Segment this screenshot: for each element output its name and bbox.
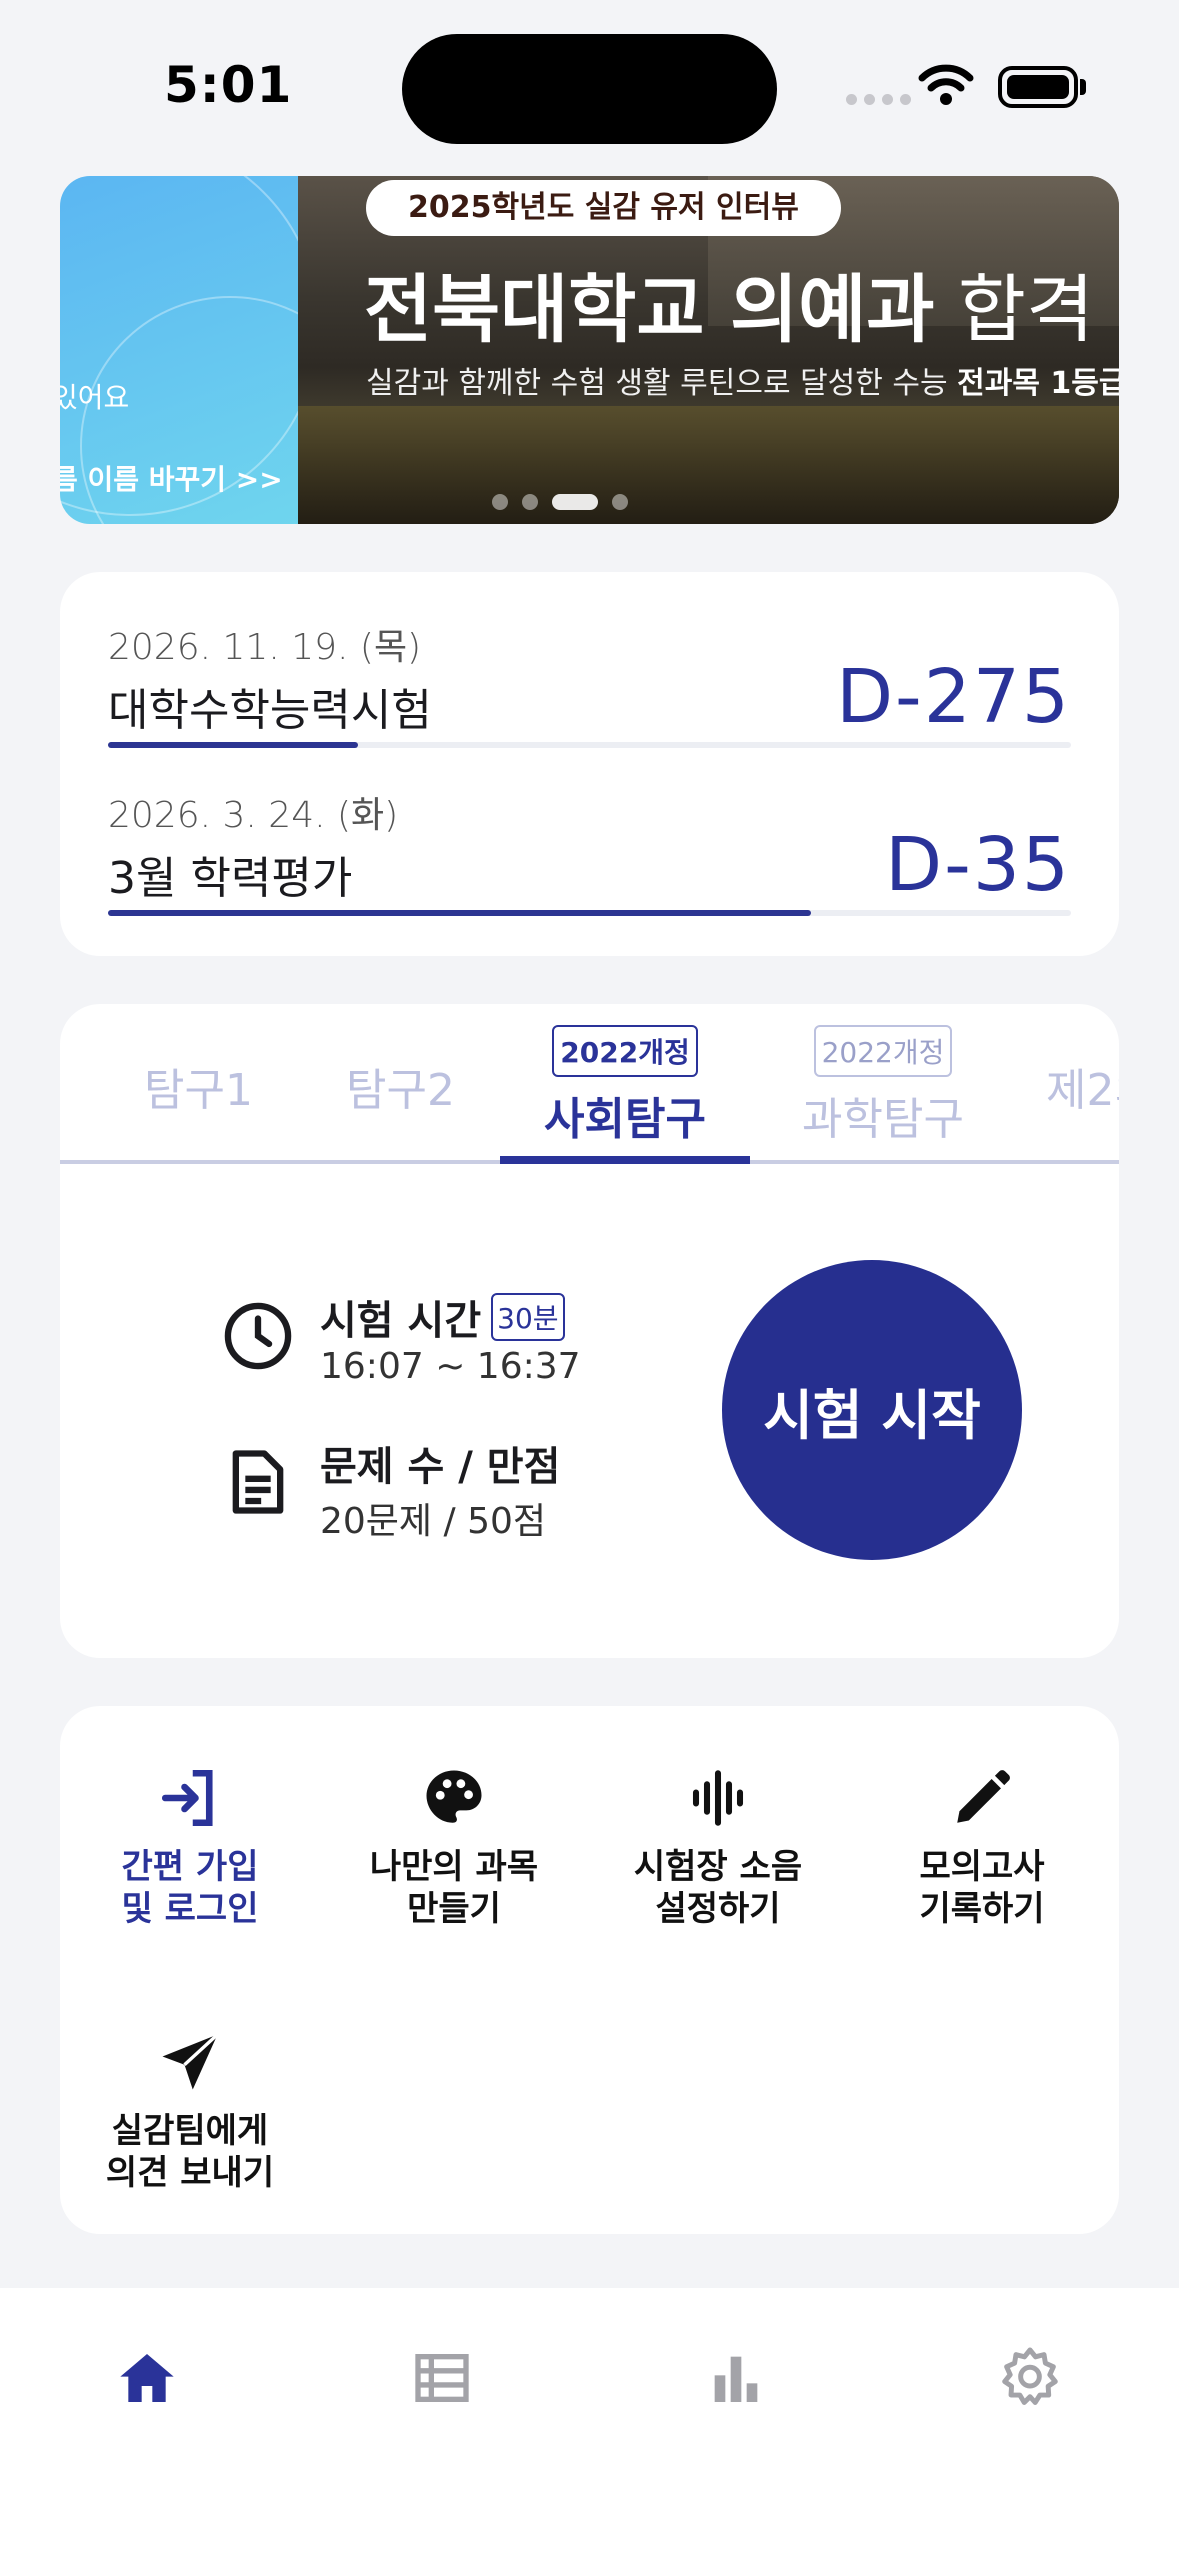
page-dot (612, 494, 628, 510)
dday-progress-fill (108, 742, 359, 748)
tab-active-indicator (500, 1156, 750, 1164)
banner-pill-label: 2025학년도 실감 유저 인터뷰 (366, 180, 841, 236)
tab-home[interactable] (107, 2338, 187, 2418)
carousel-page-dots (492, 494, 628, 510)
tab-label: 제2외국어 (1046, 1065, 1119, 1116)
tab-settings[interactable] (990, 2338, 1070, 2418)
exam-count-title: 문제 수 / 만점 (320, 1444, 561, 1490)
tab-label: 탐구1 (144, 1065, 253, 1116)
home-icon (120, 2354, 174, 2402)
menu-send-feedback[interactable]: 실감팀에게 의견 보내기 (60, 2022, 320, 2194)
menu-custom-subject[interactable]: 나만의 과목 만들기 (324, 1758, 584, 1930)
bottom-tab-bar (0, 2288, 1179, 2556)
menu-label-line: 나만의 과목 (369, 1847, 539, 1887)
banner-photo-trees (298, 406, 1119, 524)
menu-label-line: 모의고사 (919, 1847, 1045, 1887)
tab-second-language[interactable]: 제2외국어 (1046, 1054, 1119, 1118)
menu-label-line: 간편 가입 (121, 1847, 259, 1887)
clock-icon (224, 1302, 292, 1370)
dynamic-island (402, 34, 777, 144)
status-time: 5:01 (164, 56, 293, 114)
tab-science[interactable]: 2022개정 과학탐구 (796, 1022, 970, 1147)
menu-label-line: 기록하기 (919, 1889, 1045, 1929)
menu-label-line: 시험장 소음 (633, 1847, 803, 1887)
banner-previous-slide[interactable]: 있어요 름 이름 바꾸기 >> (60, 176, 298, 524)
menu-label-line: 및 로그인 (121, 1889, 259, 1929)
menu-label-line: 의견 보내기 (105, 2153, 275, 2193)
cellular-signal-icon (846, 94, 911, 105)
menu-noise-settings[interactable]: 시험장 소음 설정하기 (588, 1758, 848, 1930)
tab-badge: 2022개정 (813, 1025, 953, 1077)
banner-title-light: 합격 (934, 267, 1095, 353)
send-icon (162, 2033, 219, 2090)
subject-tabs: 탐구1 탐구2 2022개정 사회탐구 2022개정 과학탐구 제2외국어 (60, 1004, 1119, 1166)
battery-icon (998, 66, 1078, 108)
menu-label-line: 설정하기 (655, 1889, 781, 1929)
banner-rename-link[interactable]: 름 이름 바꾸기 >> (60, 458, 283, 498)
dday-row[interactable]: 2026. 11. 19. (목) 대학수학능력시험 D-275 (108, 618, 1071, 748)
exam-time-value: 16:07 ~ 16:37 (320, 1346, 581, 1387)
tab-list[interactable] (402, 2338, 482, 2418)
dday-progress-track (108, 742, 1071, 748)
banner-title: 전북대학교 의예과 합격 (364, 250, 1094, 357)
menu-mock-exam-record[interactable]: 모의고사 기록하기 (852, 1758, 1112, 1930)
dday-card: 2026. 11. 19. (목) 대학수학능력시험 D-275 2026. 3… (60, 572, 1119, 956)
status-bar: 5:01 (0, 0, 1179, 170)
exam-time-label: 시험 시간 (320, 1298, 482, 1344)
document-icon (232, 1450, 284, 1514)
stats-icon (714, 2356, 758, 2402)
page-dot (522, 494, 538, 510)
exam-duration-badge: 30분 (491, 1293, 565, 1341)
banner-subtitle-bold: 전과목 1등급 (957, 366, 1119, 401)
tab-label: 사회탐구 (544, 1094, 706, 1145)
tab-stats[interactable] (696, 2338, 776, 2418)
start-exam-button[interactable]: 시험 시작 (722, 1260, 1022, 1560)
banner-subtitle: 실감과 함께한 수험 생활 루틴으로 달성한 수능 전과목 1등급 (366, 358, 1119, 402)
wifi-icon (918, 64, 974, 105)
tab-inquiry-1[interactable]: 탐구1 (144, 1054, 253, 1118)
menu-login[interactable]: 간편 가입 및 로그인 (60, 1758, 320, 1930)
dday-row[interactable]: 2026. 3. 24. (화) 3월 학력평가 D-35 (108, 786, 1071, 916)
menu-label-line: 만들기 (407, 1889, 501, 1929)
tab-social-studies[interactable]: 2022개정 사회탐구 (538, 1022, 712, 1147)
dday-count: D-35 (885, 822, 1071, 908)
exam-time-title: 시험 시간 30분 (320, 1288, 565, 1346)
palette-icon (426, 1770, 482, 1823)
login-icon (161, 1769, 213, 1827)
page-dot (492, 494, 508, 510)
list-icon (415, 2354, 469, 2402)
sound-wave-icon (692, 1770, 744, 1826)
quick-menu-card: 간편 가입 및 로그인 나만의 과목 만들기 시험장 소음 설정하기 모의고사 기록하기 (60, 1706, 1119, 2234)
exam-count-value: 20문제 / 50점 (320, 1501, 546, 1542)
battery-cap (1080, 79, 1086, 95)
promo-banner-carousel[interactable]: 있어요 름 이름 바꾸기 >> 2025학년도 실감 유저 인터뷰 전북대학교 … (60, 176, 1119, 524)
banner-subtitle-text: 실감과 함께한 수험 생활 루틴으로 달성한 수능 (366, 366, 958, 401)
tab-inquiry-2[interactable]: 탐구2 (346, 1054, 455, 1118)
pencil-icon (957, 1770, 1010, 1823)
banner-current-slide[interactable]: 2025학년도 실감 유저 인터뷰 전북대학교 의예과 합격 실감과 함께한 수… (298, 176, 1119, 524)
dday-progress-fill (108, 910, 811, 916)
tab-label: 과학탐구 (802, 1094, 964, 1145)
tab-badge: 2022개정 (552, 1025, 698, 1077)
page-dot-active (552, 494, 598, 510)
banner-title-bold: 전북대학교 의예과 (364, 267, 935, 353)
exam-card: 탐구1 탐구2 2022개정 사회탐구 2022개정 과학탐구 제2외국어 시험… (60, 1004, 1119, 1658)
dday-count: D-275 (836, 654, 1071, 740)
menu-label-line: 실감팀에게 (111, 2111, 269, 2151)
dday-progress-track (108, 910, 1071, 916)
tab-label: 탐구2 (346, 1065, 455, 1116)
banner-left-text: 있어요 (60, 381, 130, 414)
settings-icon (1002, 2347, 1058, 2405)
